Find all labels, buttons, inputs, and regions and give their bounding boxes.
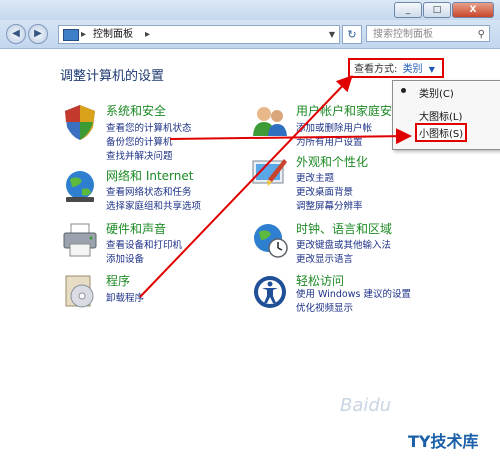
category-link[interactable]: 为所有用户设置 (296, 134, 363, 148)
category-link[interactable]: 调整屏幕分辨率 (296, 198, 363, 212)
category-link[interactable]: 查找并解决问题 (106, 148, 173, 162)
back-button[interactable]: ◀ (6, 24, 26, 44)
category-title[interactable]: 时钟、语言和区域 (296, 220, 392, 237)
brand-watermark: TY技术库 (408, 432, 479, 451)
breadcrumb-control-panel[interactable]: 控制面板 (93, 26, 133, 43)
chevron-down-icon[interactable]: ▼ (329, 26, 335, 43)
menu-item-small-icons[interactable]: 小图标(S) (415, 123, 468, 142)
category-title[interactable]: 系统和安全 (106, 102, 166, 119)
category-link[interactable]: 更改主题 (296, 170, 334, 184)
watermark: Baidu (340, 395, 392, 416)
control-panel-icon (63, 29, 79, 41)
category-title[interactable]: 网络和 Internet (106, 167, 193, 184)
category-title[interactable]: 外观和个性化 (296, 153, 368, 170)
view-by-value[interactable]: 类别 (403, 64, 423, 75)
printer-icon[interactable] (60, 220, 100, 260)
users-icon[interactable] (250, 102, 290, 142)
search-input[interactable]: 搜索控制面板 ⚲ (366, 25, 490, 42)
menu-item-large-icons[interactable]: 大图标(L) (419, 108, 462, 123)
category-link[interactable]: 卸载程序 (106, 290, 144, 304)
title-bar: _ □ X (0, 0, 500, 20)
window-buttons: _ □ X (394, 2, 494, 18)
shield-icon[interactable] (60, 102, 100, 142)
search-placeholder: 搜索控制面板 (373, 29, 433, 40)
category-link[interactable]: 备份您的计算机 (106, 134, 173, 148)
category-link[interactable]: 更改桌面背景 (296, 184, 353, 198)
programs-icon[interactable] (60, 272, 100, 312)
view-by-label: 查看方式: (354, 64, 398, 75)
page-title: 调整计算机的设置 (60, 69, 165, 84)
category-link[interactable]: 使用 Windows 建议的设置 (296, 286, 411, 300)
chevron-right-icon[interactable]: ▸ (81, 26, 86, 43)
category-link[interactable]: 更改显示语言 (296, 251, 353, 265)
close-button[interactable]: X (452, 2, 494, 18)
search-icon[interactable]: ⚲ (478, 26, 485, 43)
chevron-down-icon[interactable]: ▼ (429, 65, 435, 74)
menu-item-category[interactable]: 类别(C) (419, 85, 454, 100)
category-link[interactable]: 更改键盘或其他输入法 (296, 237, 391, 251)
address-toolbar: ◀ ▶ ▸ 控制面板 ▸ ▼ ↻ 搜索控制面板 ⚲ (0, 20, 500, 49)
maximize-button[interactable]: □ (423, 2, 451, 18)
refresh-button[interactable]: ↻ (342, 25, 362, 44)
chevron-right-icon[interactable]: ▸ (145, 26, 150, 43)
radio-selected-icon (401, 88, 406, 93)
forward-button[interactable]: ▶ (28, 24, 48, 44)
view-by-selector[interactable]: 查看方式: 类别 ▼ (348, 58, 444, 78)
view-by-menu: 类别(C) 大图标(L) 小图标(S) (392, 80, 500, 150)
address-bar[interactable]: ▸ 控制面板 ▸ ▼ (58, 25, 340, 44)
minimize-button[interactable]: _ (394, 2, 422, 18)
category-title[interactable]: 用户帐户和家庭安 (296, 102, 392, 119)
category-link[interactable]: 查看网络状态和任务 (106, 184, 192, 198)
category-link[interactable]: 选择家庭组和共享选项 (106, 198, 201, 212)
network-globe-icon[interactable] (60, 167, 100, 207)
category-link[interactable]: 查看您的计算机状态 (106, 120, 192, 134)
accessibility-icon[interactable] (250, 272, 290, 312)
paint-icon[interactable] (250, 153, 290, 193)
clock-globe-icon[interactable] (250, 220, 290, 260)
category-link[interactable]: 查看设备和打印机 (106, 237, 182, 251)
category-link[interactable]: 优化视频显示 (296, 300, 353, 314)
category-link[interactable]: 添加设备 (106, 251, 144, 265)
category-title[interactable]: 硬件和声音 (106, 220, 166, 237)
category-link[interactable]: 添加或删除用户帐 (296, 120, 372, 134)
category-title[interactable]: 程序 (106, 272, 130, 289)
